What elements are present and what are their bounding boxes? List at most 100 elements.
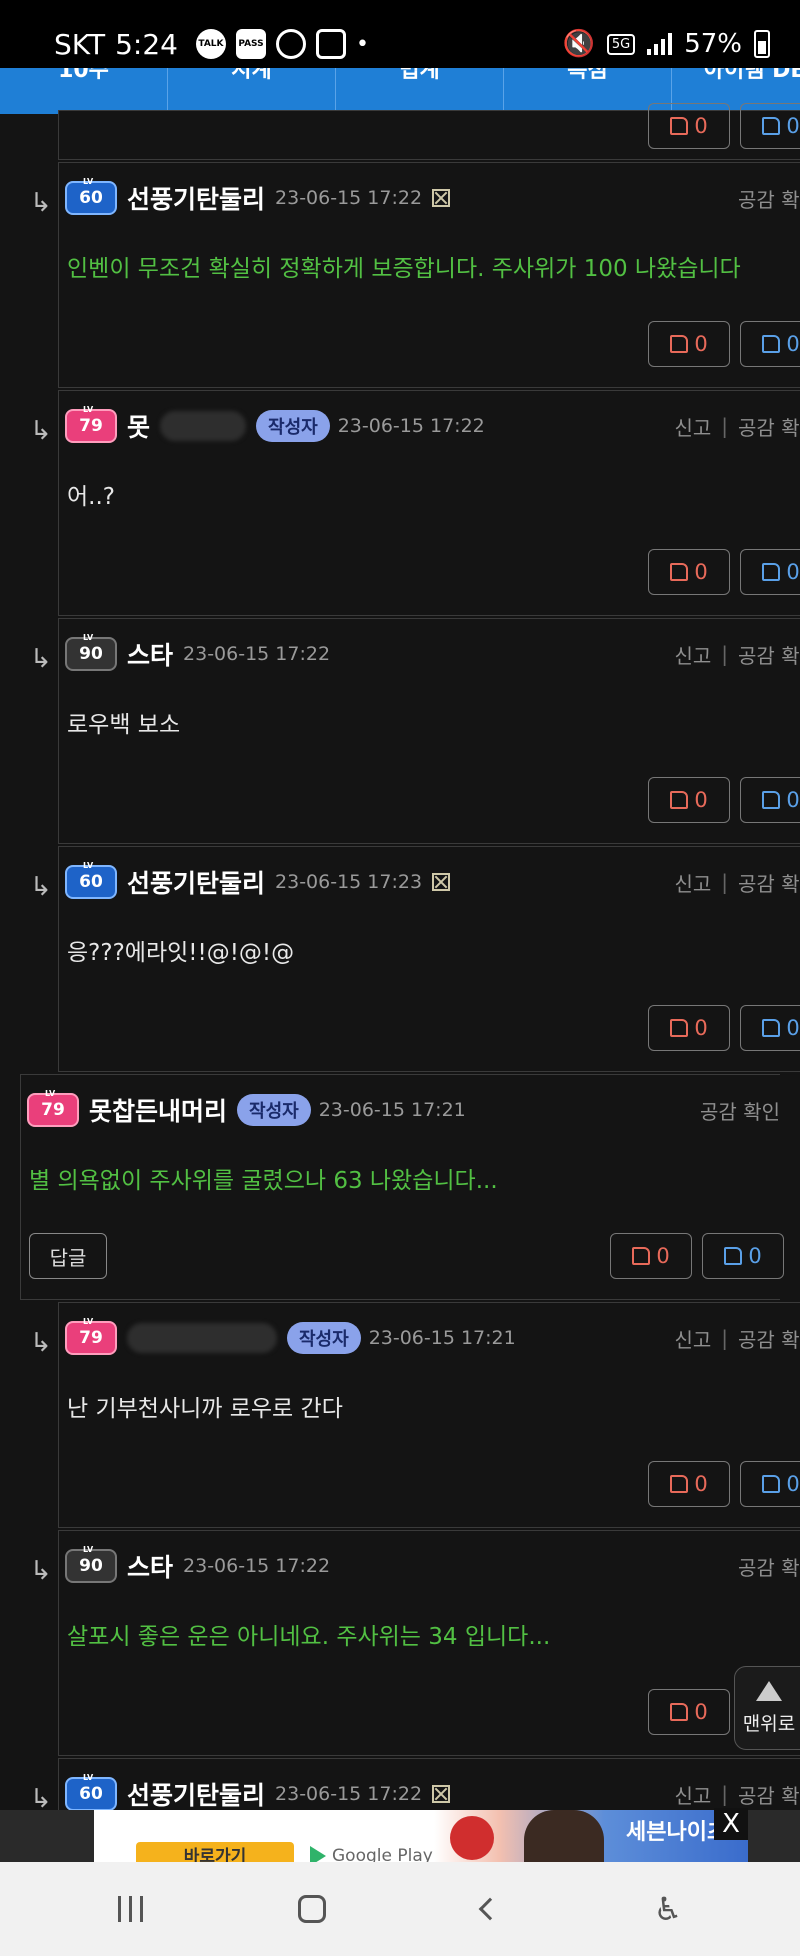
thumbs-up-icon (632, 1247, 651, 1265)
upvote-button[interactable]: 0 (610, 1233, 692, 1279)
like-check-link[interactable]: 공감 확인 (738, 1552, 800, 1581)
tab-1[interactable]: 10주 (0, 68, 168, 114)
report-link[interactable]: 신고 (674, 868, 711, 897)
reply-button[interactable]: 답글 (29, 1233, 107, 1279)
like-check-link[interactable]: 공감 확인 (738, 640, 800, 669)
like-check-link[interactable]: 공감 확인 (738, 868, 800, 897)
ad-cta-button[interactable]: 바로가기 (136, 1842, 294, 1862)
nickname[interactable]: 선풍기탄둘리 (127, 180, 265, 216)
comment-text: 응???에라잇!!@!@!@ (67, 940, 295, 966)
level-badge: 90 (65, 633, 117, 671)
downvote-button[interactable]: 0 (740, 1461, 800, 1507)
nickname[interactable]: 못 (127, 408, 150, 444)
thumbs-up-icon (670, 1019, 689, 1037)
thumbs-up-icon (670, 117, 689, 135)
reply-arrow-icon: ↳ (30, 1556, 52, 1586)
redacted-name (127, 1323, 277, 1353)
comment-card-partial: 0 0 (58, 103, 800, 160)
redacted-name (160, 411, 247, 441)
reply-arrow-icon: ↳ (30, 416, 52, 446)
nickname[interactable]: 선풍기탄둘리 (127, 1776, 265, 1812)
report-link[interactable]: 신고 (674, 1324, 711, 1353)
comment-card: 79 작성자 23-06-15 17:21 신고|공감 확인 난 기부천사니까 … (58, 1302, 800, 1528)
upvote-button[interactable]: 0 (648, 1689, 730, 1735)
comment-card: 79 못찹든내머리 작성자 23-06-15 17:21 공감 확인 별 의욕없… (20, 1074, 784, 1300)
reply-arrow-icon: ↳ (30, 1328, 52, 1358)
thumbs-down-icon (762, 117, 781, 135)
tab-2[interactable]: 시계 (168, 68, 336, 114)
downvote-button[interactable]: 0 (740, 1005, 800, 1051)
comment-text: 난 기부천사니까 로우로 간다 (67, 1396, 343, 1422)
like-check-link[interactable]: 공감 확인 (738, 184, 800, 213)
instagram-icon (315, 29, 346, 59)
thumbs-up-icon (670, 1475, 689, 1493)
broken-image-icon (432, 873, 451, 891)
level-badge: 79 (65, 405, 117, 443)
battery-level: 57% (684, 29, 742, 59)
back-button[interactable] (478, 1897, 502, 1921)
thumbs-up-icon (670, 791, 689, 809)
upvote-button[interactable]: 0 (648, 321, 730, 367)
reply-arrow-icon: ↳ (30, 872, 52, 902)
sync-icon (275, 29, 306, 59)
thumbs-down-icon (762, 1475, 781, 1493)
comment-card: 90 스타 23-06-15 17:22 신고|공감 확인 로우백 보소 0 0 (58, 618, 800, 844)
report-link[interactable]: 신고 (674, 412, 711, 441)
thumbs-down-icon (762, 1019, 781, 1037)
level-badge: 79 (65, 1317, 117, 1355)
thumbs-up-icon (670, 1703, 689, 1721)
ad-close-button[interactable]: X (714, 1808, 748, 1840)
comment-text: 살포시 좋은 운은 아니네요. 주사위는 34 입니다... (67, 1624, 551, 1650)
comment-date: 23-06-15 17:22 (275, 187, 423, 209)
nickname[interactable]: 스타 (127, 636, 173, 672)
reply-arrow-icon: ↳ (30, 644, 52, 674)
level-badge: 60 (65, 861, 117, 899)
downvote-button[interactable]: 0 (740, 321, 800, 367)
thumbs-down-icon (724, 1247, 743, 1265)
upvote-button[interactable]: 0 (648, 1461, 730, 1507)
ad-title: 세븐나이츠 (626, 1820, 728, 1845)
comment-date: 23-06-15 17:22 (183, 643, 331, 665)
recent-apps-button[interactable] (117, 1896, 143, 1922)
report-link[interactable]: 신고 (674, 640, 711, 669)
scroll-to-top-button[interactable]: 맨위로 (734, 1666, 800, 1750)
upvote-button[interactable]: 0 (648, 549, 730, 595)
author-badge: 작성자 (287, 1322, 361, 1354)
like-check-link[interactable]: 공감 확인 (700, 1096, 780, 1125)
author-badge: 작성자 (256, 410, 330, 442)
comment-card: 60 선풍기탄둘리 23-06-15 17:23 신고|공감 확인 응???에라… (58, 846, 800, 1072)
accessibility-icon[interactable]: ♿ (654, 1890, 683, 1928)
nickname[interactable]: 선풍기탄둘리 (127, 864, 265, 900)
pass-icon: PASS (235, 29, 266, 59)
like-check-link[interactable]: 공감 확인 (738, 1780, 800, 1809)
broken-image-icon (432, 1785, 451, 1803)
reply-arrow-icon: ↳ (30, 188, 52, 218)
upvote-button[interactable]: 0 (648, 1005, 730, 1051)
downvote-button[interactable]: 0 (702, 1233, 784, 1279)
like-check-link[interactable]: 공감 확인 (738, 1324, 800, 1353)
downvote-button[interactable]: 0 (740, 549, 800, 595)
downvote-button[interactable]: 0 (740, 103, 800, 149)
google-play-badge: Google Play (310, 1846, 433, 1862)
nickname[interactable]: 스타 (127, 1548, 173, 1584)
ad-banner[interactable]: 바로가기 Google Play 세븐나이츠 (94, 1810, 748, 1862)
tab-3[interactable]: 법계 (336, 68, 504, 114)
like-check-link[interactable]: 공감 확인 (738, 412, 800, 441)
level-badge: 60 (65, 1773, 117, 1811)
comment-card: 79 못 작성자 23-06-15 17:22 신고|공감 확인 어..? 0 … (58, 390, 800, 616)
thumbs-down-icon (762, 791, 781, 809)
home-button[interactable] (298, 1895, 327, 1923)
report-link[interactable]: 신고 (674, 1780, 711, 1809)
upvote-button[interactable]: 0 (648, 103, 730, 149)
thumbs-up-icon (670, 563, 689, 581)
thumbs-down-icon (762, 563, 781, 581)
comment-date: 23-06-15 17:23 (275, 871, 423, 893)
tab-4[interactable]: 특점 (504, 68, 672, 114)
more-notifications-icon: • (355, 31, 369, 57)
downvote-button[interactable]: 0 (740, 777, 800, 823)
nickname[interactable]: 못찹든내머리 (89, 1092, 227, 1128)
upvote-button[interactable]: 0 (648, 777, 730, 823)
battery-icon (754, 30, 770, 58)
broken-image-icon (432, 189, 451, 207)
mute-icon: 🔇 (562, 29, 595, 59)
